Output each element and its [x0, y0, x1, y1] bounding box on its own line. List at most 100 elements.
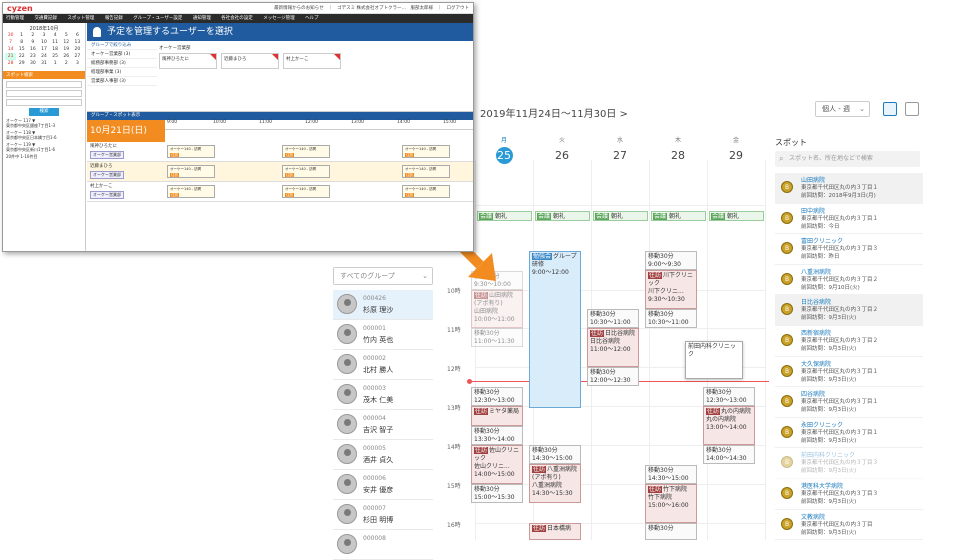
event-block[interactable]: 移動30分 12:30～13:00: [703, 387, 755, 406]
event-block[interactable]: 移動30分 15:00～15:30: [471, 484, 523, 503]
user-card[interactable]: 村上かーこ: [283, 53, 341, 69]
schedule-block[interactable]: オーケー140 - 訪問 往訪: [167, 185, 215, 198]
allday-event[interactable]: 会議 朝礼: [477, 211, 532, 221]
event-block[interactable]: 移動30分: [645, 523, 697, 540]
nav-item[interactable]: 各社会社の設定: [221, 16, 253, 21]
user-item[interactable]: 000005 酒井 貞久: [333, 440, 433, 470]
schedule-block[interactable]: オーケー140 - 訪問 往訪: [282, 185, 330, 198]
nav-item[interactable]: ヘルプ: [305, 16, 319, 21]
event-block[interactable]: 往訪 八重洲病院(アポ有り) 八重洲病院 14:30～15:30: [529, 464, 581, 503]
spot-result[interactable]: オーケー 118 ▼ 東京都中央区日本橋丁目1-6: [6, 130, 82, 140]
event-block[interactable]: 移動30分 14:00～14:30: [703, 445, 755, 464]
user-item[interactable]: 000426 杉原 理沙: [333, 290, 433, 320]
next-week-button[interactable]: >: [620, 109, 628, 120]
day-header[interactable]: 月 25: [475, 135, 533, 164]
user-item[interactable]: 000004 吉沢 智子: [333, 410, 433, 440]
calendar-view-icon[interactable]: [883, 102, 897, 116]
spot-item[interactable]: B 文教病院 東京都千代田区丸の内３丁目 前回訪問：9月3日(火): [775, 510, 923, 541]
spot-item[interactable]: B 日比谷病院 東京都千代田区丸の内３丁目２ 前回訪問：9月3日(火): [775, 295, 923, 326]
view-select[interactable]: 個人 - 週 ⌄: [815, 101, 870, 117]
mini-calendar[interactable]: 2018年10月 30 1 2 3 4 5 6 7 8 9 10 11 12 13 14 15 16 17 18…: [3, 23, 85, 69]
group-item[interactable]: 総務部事務部 (3): [87, 59, 157, 68]
spot-item[interactable]: B 山田病院 東京都千代田区丸の内３丁目１ 前回訪問：2018年9月3日(月): [775, 173, 923, 204]
spot-item[interactable]: B 四谷病院 東京都千代田区丸の内３丁目１ 前回訪問：9月3日(火): [775, 387, 923, 418]
group-filter[interactable]: グループで絞り込み: [87, 41, 157, 50]
event-block[interactable]: 勉強会 グループ研修 9:00～12:00: [529, 251, 581, 408]
allday-event[interactable]: 会議 朝礼: [709, 211, 764, 221]
spot-item[interactable]: B 富田クリニック 東京都千代田区丸の内３丁目３ 前回訪問：昨日: [775, 234, 923, 265]
event-block[interactable]: 往訪 日比谷病院 日比谷病院 11:00～12:00: [587, 328, 639, 367]
spot-field[interactable]: [6, 99, 82, 106]
spot-item[interactable]: B 西新宿病院 東京都千代田区丸の内３丁目２ 前回訪問：9月3日(火): [775, 326, 923, 357]
dragging-spot-card[interactable]: 前田内科クリニック: [685, 341, 743, 379]
nav-item[interactable]: スポット管理: [67, 16, 94, 21]
user-card[interactable]: 近藤まひろ: [221, 53, 279, 69]
schedule-block[interactable]: オーケー140 - 訪問 往訪: [402, 165, 450, 178]
spot-search-bar[interactable]: スポット検索: [3, 71, 85, 79]
user-item[interactable]: 000008: [333, 530, 433, 560]
day-header[interactable]: 水 27: [591, 135, 649, 164]
pagination[interactable]: 20件中 1-10件目: [6, 154, 82, 159]
spot-item[interactable]: B 田中病院 東京都千代田区丸の内３丁目１ 前回訪問：今日: [775, 204, 923, 235]
event-block[interactable]: 往訪 山田病院(アポ有り) 山田病院 10:00～11:00: [471, 290, 523, 328]
nav-item[interactable]: グループ・ユーザー設定: [133, 16, 182, 21]
allday-event[interactable]: 会議 朝礼: [535, 211, 590, 221]
spot-item[interactable]: B 永田クリニック 東京都千代田区丸の内３丁目１ 前回訪問：9月3日(火): [775, 418, 923, 449]
allday-event[interactable]: 会議 朝礼: [651, 211, 706, 221]
schedule-block[interactable]: オーケー140 - 訪問 往訪: [167, 145, 215, 158]
inset-topbar-links[interactable]: 最新情報からのお知らせ ｜ ゴデスミ 株式会社オプトクラー… 服部太郎様 ｜ ロ…: [274, 5, 469, 11]
schedule-block[interactable]: オーケー140 - 訪問 往訪: [402, 185, 450, 198]
day-header[interactable]: 木 28: [649, 135, 707, 164]
spot-item[interactable]: B 八重洲病院 東京都千代田区丸の内３丁目２ 前回訪問：9月10日(火): [775, 265, 923, 296]
spot-field[interactable]: [6, 81, 82, 88]
spot-item[interactable]: B 大久保病院 東京都千代田区丸の内３丁目１ 前回訪問：9月3日(火): [775, 357, 923, 388]
event-block[interactable]: 往訪 丸の内病院 丸の内病院 13:00～14:00: [703, 406, 755, 445]
spot-item[interactable]: B 港医科大学病院 東京都千代田区丸の内３丁目３ 前回訪問：9月3日(火): [775, 479, 923, 510]
user-card[interactable]: 風神ひろたに: [159, 53, 217, 69]
spot-result[interactable]: オーケー 119 ▼ 東京都中央区新川1丁目1-6: [6, 142, 82, 152]
day-header[interactable]: 金 29: [707, 135, 765, 164]
user-item[interactable]: 000007 杉田 明博: [333, 500, 433, 530]
allday-event[interactable]: 会議 朝礼: [593, 211, 648, 221]
user-item[interactable]: 000003 茂木 仁美: [333, 380, 433, 410]
schedule-block[interactable]: オーケー140 - 訪問 往訪: [282, 145, 330, 158]
spot-result[interactable]: オーケー 117 ▼ 東京都中央区銀座7丁目1-3: [6, 118, 82, 128]
event-block[interactable]: 移動30分 11:00～11:30: [471, 328, 523, 347]
schedule-block[interactable]: オーケー140 - 訪問 往訪: [402, 145, 450, 158]
event-block[interactable]: 往訪 日本橋病: [529, 523, 581, 540]
group-item[interactable]: 経理部事業 (3): [87, 68, 157, 77]
schedule-block[interactable]: オーケー140 - 訪問 往訪: [167, 165, 215, 178]
event-block[interactable]: 移動30分 10:30～11:00: [645, 309, 697, 328]
spot-search-input[interactable]: スポット名、所在地などで検索: [775, 151, 920, 167]
event-block[interactable]: 移動30分 12:00～12:30: [587, 367, 639, 386]
nav-item[interactable]: 通知管理: [193, 16, 211, 21]
event-block[interactable]: 移動30分 9:00～9:30: [645, 251, 697, 270]
event-block[interactable]: 移動30分 14:30～15:00: [645, 465, 697, 484]
event-block[interactable]: 移動30分 10:30～11:00: [587, 309, 639, 328]
spot-field[interactable]: [6, 90, 82, 97]
user-item[interactable]: 000006 安井 優彦: [333, 470, 433, 500]
event-block[interactable]: 移動30分 12:30～13:00: [471, 387, 523, 406]
schedule-row[interactable]: 近藤まひろ オーケー営業部 オーケー140 - 訪問 往訪 オーケー140 - 訪問…: [87, 162, 473, 182]
event-block[interactable]: 往訪 川下クリニック 川下クリニ... 9:30～10:30: [645, 270, 697, 309]
nav-item[interactable]: メッセージ管理: [263, 16, 294, 21]
day-header[interactable]: 火 26: [533, 135, 591, 164]
group-item[interactable]: オーケー営業部 (3): [87, 50, 157, 59]
nav-item[interactable]: 交通費記録: [34, 16, 57, 21]
group-select[interactable]: すべてのグループ ⌄: [333, 267, 433, 285]
search-button[interactable]: 検索: [29, 108, 59, 116]
event-block[interactable]: 往訪 佐山クリニック 佐山クリニ... 14:00～15:00: [471, 445, 523, 484]
nav-item[interactable]: 行動管理: [6, 16, 24, 21]
user-item[interactable]: 000002 北村 勝人: [333, 350, 433, 380]
schedule-row[interactable]: 村上かーこ オーケー営業部 オーケー140 - 訪問 往訪 オーケー140 - 訪問…: [87, 182, 473, 202]
spot-item[interactable]: B 前田内科クリニック 東京都千代田区丸の内３丁目３ 前回訪問：9月3日(火): [775, 448, 923, 479]
user-item[interactable]: 000001 竹内 英也: [333, 320, 433, 350]
mini-calendar-grid[interactable]: 30 1 2 3 4 5 6 7 8 9 10 11 12 13 14 15 16 17 18 19 20 21 22…: [5, 32, 83, 67]
event-block[interactable]: 往訪 竹下病院 竹下病院 15:00～16:00: [645, 484, 697, 523]
nav-item[interactable]: 報告記録: [105, 16, 123, 21]
schedule-row[interactable]: 風神ひろたに オーケー営業部 オーケー140 - 訪問 往訪 オーケー140 - 訪…: [87, 142, 473, 162]
schedule-block[interactable]: オーケー140 - 訪問 往訪: [282, 165, 330, 178]
event-block[interactable]: 往訪 ミヤタ薬局: [471, 406, 523, 426]
sidebar-view-icon[interactable]: [905, 102, 919, 116]
event-block[interactable]: 移動30分 13:30～14:00: [471, 426, 523, 445]
